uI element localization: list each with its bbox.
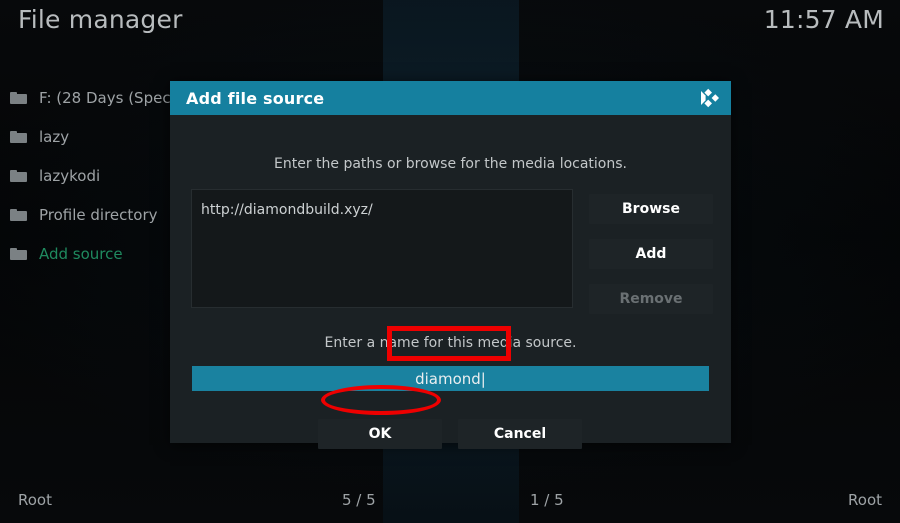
kodi-logo-icon bbox=[697, 88, 719, 108]
page-title: File manager bbox=[18, 5, 183, 34]
folder-icon bbox=[10, 91, 27, 104]
kodi-file-manager-screen: File manager 11:57 AM F: (28 Days (Speci… bbox=[0, 0, 900, 523]
status-bar: Root 5 / 5 1 / 5 Root bbox=[0, 479, 900, 523]
paths-list[interactable]: http://diamondbuild.xyz/ bbox=[191, 189, 573, 308]
list-item-label: lazykodi bbox=[39, 166, 101, 185]
window-header: File manager 11:57 AM bbox=[0, 0, 900, 52]
dialog-title: Add file source bbox=[186, 88, 325, 108]
list-item-label: Add source bbox=[39, 244, 123, 263]
add-button[interactable]: Add bbox=[589, 239, 713, 269]
add-file-source-dialog: Add file source Enter the paths or brows… bbox=[170, 81, 731, 449]
paths-hint-label: Enter the paths or browse for the media … bbox=[274, 156, 627, 172]
clock: 11:57 AM bbox=[763, 5, 884, 34]
source-name-value: diamond| bbox=[415, 369, 486, 388]
folder-icon bbox=[10, 247, 27, 260]
status-right-path: Root bbox=[848, 491, 882, 509]
status-left-count: 5 / 5 bbox=[342, 491, 376, 509]
name-hint-label: Enter a name for this media source. bbox=[324, 335, 577, 351]
source-name-input[interactable]: diamond| bbox=[192, 366, 709, 391]
browse-button[interactable]: Browse bbox=[589, 194, 713, 224]
folder-icon bbox=[10, 208, 27, 221]
list-item-label: Profile directory bbox=[39, 205, 158, 224]
path-entry[interactable]: http://diamondbuild.xyz/ bbox=[201, 202, 373, 218]
remove-button: Remove bbox=[589, 284, 713, 314]
ok-button[interactable]: OK bbox=[318, 419, 442, 449]
list-item-label: lazy bbox=[39, 127, 70, 146]
cancel-button[interactable]: Cancel bbox=[458, 419, 582, 449]
status-left-path: Root bbox=[18, 491, 52, 509]
folder-icon bbox=[10, 130, 27, 143]
dialog-body: Enter the paths or browse for the media … bbox=[170, 115, 731, 449]
dialog-titlebar: Add file source bbox=[170, 81, 731, 115]
status-right-count: 1 / 5 bbox=[530, 491, 564, 509]
folder-icon bbox=[10, 169, 27, 182]
